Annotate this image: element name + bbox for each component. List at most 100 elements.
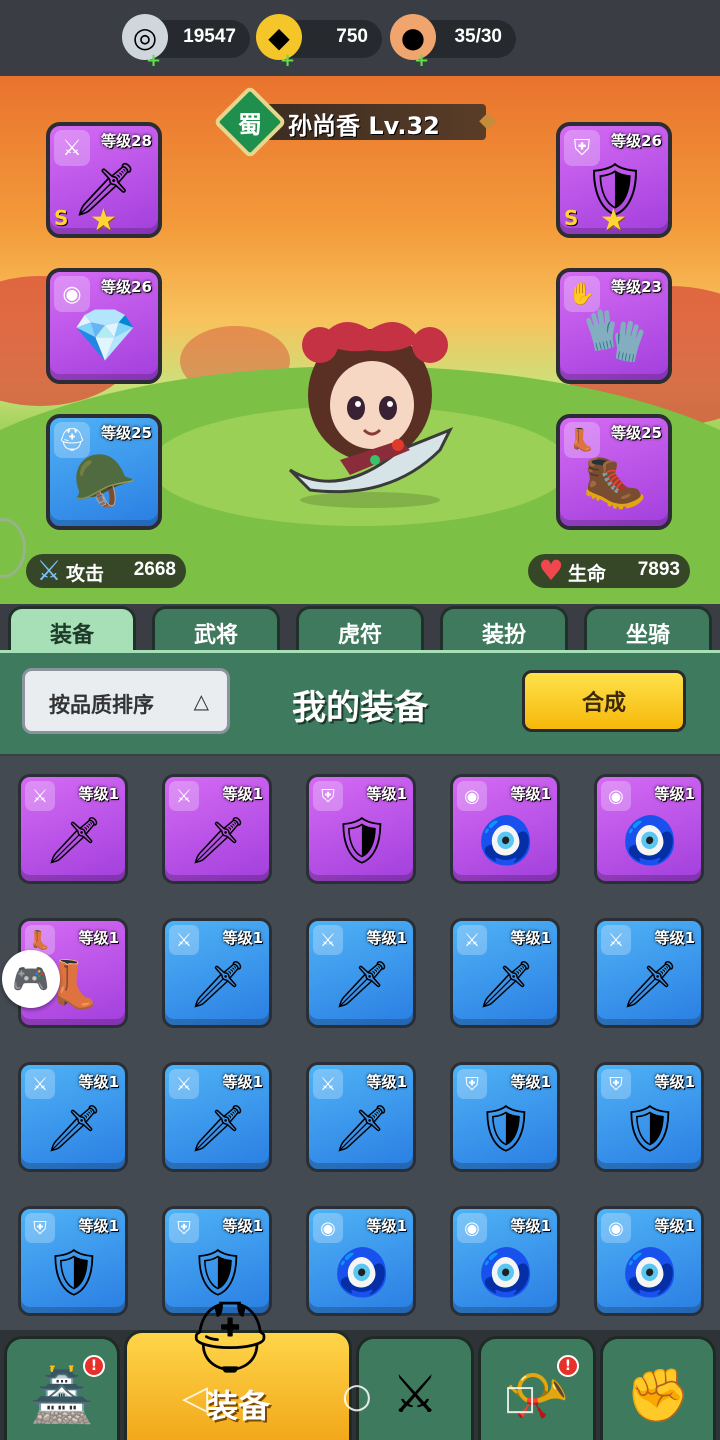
item-level: 等级1 bbox=[366, 1073, 407, 1091]
attack-value: 2668 bbox=[133, 559, 176, 580]
game-screen: ◎ + 19547 ◆ + 750 ● + 35/30 蜀 孙尚香 Lv.32 … bbox=[0, 0, 720, 1440]
inventory-grid: ⚔ 等级1 🗡 ⚔ 等级1 🗡 ⛨ 等级1 🛡 ◉ 等级1 🧿 ◉ 等级1 🧿 👢 等级1 👢 ⚔ 等级1 🗡 ⚔ 等级1 🗡… bbox=[0, 756, 720, 1340]
item-level: 等级1 bbox=[654, 1217, 695, 1235]
inventory-item[interactable]: ⚔ 等级1 🗡 bbox=[18, 1062, 128, 1172]
nav-battle[interactable]: ⚔ bbox=[356, 1336, 474, 1440]
slot-level: 等级26 bbox=[101, 278, 152, 296]
inventory-item[interactable]: ◉ 等级1 🧿 bbox=[450, 1206, 560, 1316]
stamina-counter[interactable]: ● + 35/30 bbox=[390, 14, 516, 71]
slot-level: 等级25 bbox=[611, 424, 662, 442]
item-level: 等级1 bbox=[654, 929, 695, 947]
equip-slot-weapon[interactable]: ⚔ 等级28 🗡 S ★ bbox=[46, 122, 162, 238]
back-nav-icon[interactable]: ◁ bbox=[182, 1378, 208, 1418]
hp-value: 7893 bbox=[637, 559, 680, 580]
necklace-art-icon: 🧿 bbox=[477, 1244, 535, 1299]
star-icon: ★ bbox=[600, 203, 627, 238]
inventory-item[interactable]: ⚔ 等级1 🗡 bbox=[18, 774, 128, 884]
tab-tiger-tally[interactable]: 虎符 bbox=[296, 606, 424, 656]
gold-ingot-icon: ◆ bbox=[256, 14, 302, 60]
inventory-item[interactable]: ⛨ 等级1 🛡 bbox=[450, 1062, 560, 1172]
heart-icon: ♥ bbox=[538, 553, 564, 587]
horn-icon: 📯 bbox=[504, 1366, 570, 1426]
item-level: 等级1 bbox=[510, 1217, 551, 1235]
recents-nav-icon[interactable]: □ bbox=[504, 1378, 536, 1418]
equip-slot-boots[interactable]: 👢 等级25 🥾 bbox=[556, 414, 672, 530]
nav-recruit[interactable]: 📯 ! bbox=[478, 1336, 596, 1440]
weapon-art-icon: 🗡 bbox=[44, 1100, 104, 1155]
item-level: 等级1 bbox=[78, 1073, 119, 1091]
necklace-art-icon: 🧿 bbox=[333, 1244, 391, 1299]
inventory-item[interactable]: ◉ 等级1 🧿 bbox=[594, 1206, 704, 1316]
inventory-item[interactable]: ⚔ 等级1 🗡 bbox=[594, 918, 704, 1028]
crossed-swords-icon: ⚔ bbox=[391, 1365, 439, 1425]
item-level: 等级1 bbox=[510, 1073, 551, 1091]
hero-portrait-icon bbox=[288, 322, 454, 508]
inventory-item[interactable]: ⚔ 等级1 🗡 bbox=[162, 1062, 272, 1172]
hero-name-level: 孙尚香 Lv.32 bbox=[288, 112, 440, 140]
inventory-item[interactable]: ⛨ 等级1 🛡 bbox=[594, 1062, 704, 1172]
gold-counter[interactable]: ◆ + 750 bbox=[256, 14, 382, 71]
meat-icon: ● bbox=[390, 14, 436, 60]
home-nav-icon[interactable]: ○ bbox=[342, 1376, 372, 1416]
add-gold-icon[interactable]: + bbox=[280, 50, 295, 71]
item-level: 等级1 bbox=[78, 929, 119, 947]
silver-coin-icon: ◎ bbox=[122, 14, 168, 60]
chevron-right-icon: ◆ bbox=[479, 108, 496, 133]
inventory-item[interactable]: ◉ 等级1 🧿 bbox=[306, 1206, 416, 1316]
notification-badge-icon: ! bbox=[557, 1355, 579, 1377]
item-level: 等级1 bbox=[222, 1217, 263, 1235]
equip-slot-armor[interactable]: ⛨ 等级26 🛡 S ★ bbox=[556, 122, 672, 238]
item-level: 等级1 bbox=[654, 785, 695, 803]
item-level: 等级1 bbox=[654, 1073, 695, 1091]
silver-counter[interactable]: ◎ + 19547 bbox=[122, 14, 250, 71]
slot-level: 等级25 bbox=[101, 424, 152, 442]
triangle-up-icon: △ bbox=[193, 689, 209, 713]
necklace-art-icon: 🧿 bbox=[621, 812, 679, 867]
equip-slot-necklace[interactable]: ◉ 等级26 💎 bbox=[46, 268, 162, 384]
panel-title: 我的装备 bbox=[292, 688, 428, 728]
inventory-item[interactable]: ⛨ 等级1 🛡 bbox=[18, 1206, 128, 1316]
item-level: 等级1 bbox=[366, 785, 407, 803]
tab-mount[interactable]: 坐骑 bbox=[584, 606, 712, 656]
sword-icon: ⚔ bbox=[36, 553, 62, 587]
necklace-art-icon: 🧿 bbox=[477, 812, 535, 867]
nav-upgrade[interactable]: ✊ bbox=[600, 1336, 716, 1440]
inventory-item[interactable]: ◉ 等级1 🧿 bbox=[450, 774, 560, 884]
add-stamina-icon[interactable]: + bbox=[414, 50, 429, 71]
helmet-art-icon: 🪖 bbox=[72, 451, 138, 512]
hero-name-banner: 蜀 孙尚香 Lv.32 ◆ bbox=[213, 85, 496, 159]
inventory-item[interactable]: ⚔ 等级1 🗡 bbox=[306, 1062, 416, 1172]
equip-slot-gauntlet[interactable]: ✋ 等级23 🧤 bbox=[556, 268, 672, 384]
hero-character[interactable] bbox=[280, 300, 460, 510]
inventory-item[interactable]: ⚔ 等级1 🗡 bbox=[306, 918, 416, 1028]
hp-stat: ♥ 生命 7893 bbox=[528, 554, 690, 588]
weapon-art-icon: 🗡 bbox=[188, 1100, 248, 1155]
armor-art-icon: 🛡 bbox=[620, 1100, 680, 1155]
currency-bar: ◎ + 19547 ◆ + 750 ● + 35/30 bbox=[0, 0, 720, 76]
add-silver-icon[interactable]: + bbox=[146, 50, 161, 71]
boots-art-icon: 🥾 bbox=[582, 451, 648, 512]
nav-city[interactable]: 🏯 ! bbox=[4, 1336, 120, 1440]
armor-art-icon: 🛡 bbox=[44, 1244, 104, 1299]
tab-equipment[interactable]: 装备 bbox=[8, 606, 136, 656]
tab-generals[interactable]: 武将 bbox=[152, 606, 280, 656]
equip-slot-helmet[interactable]: ⛑ 等级25 🪖 bbox=[46, 414, 162, 530]
inventory-item[interactable]: ⚔ 等级1 🗡 bbox=[162, 774, 272, 884]
tab-outfit[interactable]: 装扮 bbox=[440, 606, 568, 656]
merge-button[interactable]: 合成 bbox=[522, 670, 686, 732]
sort-by-quality-button[interactable]: 按品质排序 △ bbox=[22, 668, 230, 734]
gamepad-icon[interactable]: 🎮 bbox=[2, 950, 60, 1008]
weapon-art-icon: 🗡 bbox=[188, 812, 248, 867]
inventory-item[interactable]: ⛨ 等级1 🛡 bbox=[306, 774, 416, 884]
category-tabs: 装备 武将 虎符 装扮 坐骑 bbox=[0, 604, 720, 656]
inventory-item[interactable]: ⚔ 等级1 🗡 bbox=[450, 918, 560, 1028]
grade-label: S bbox=[564, 206, 579, 230]
inventory-item[interactable]: ◉ 等级1 🧿 bbox=[594, 774, 704, 884]
kingdom-label: 蜀 bbox=[238, 110, 262, 139]
armor-art-icon: 🛡 bbox=[476, 1100, 536, 1155]
grade-label: S bbox=[54, 206, 69, 230]
inventory-item[interactable]: ⚔ 等级1 🗡 bbox=[162, 918, 272, 1028]
gold-value: 750 bbox=[336, 26, 368, 47]
attack-stat: ⚔ 攻击 2668 bbox=[26, 554, 186, 588]
weapon-art-icon: 🗡 bbox=[476, 956, 536, 1011]
